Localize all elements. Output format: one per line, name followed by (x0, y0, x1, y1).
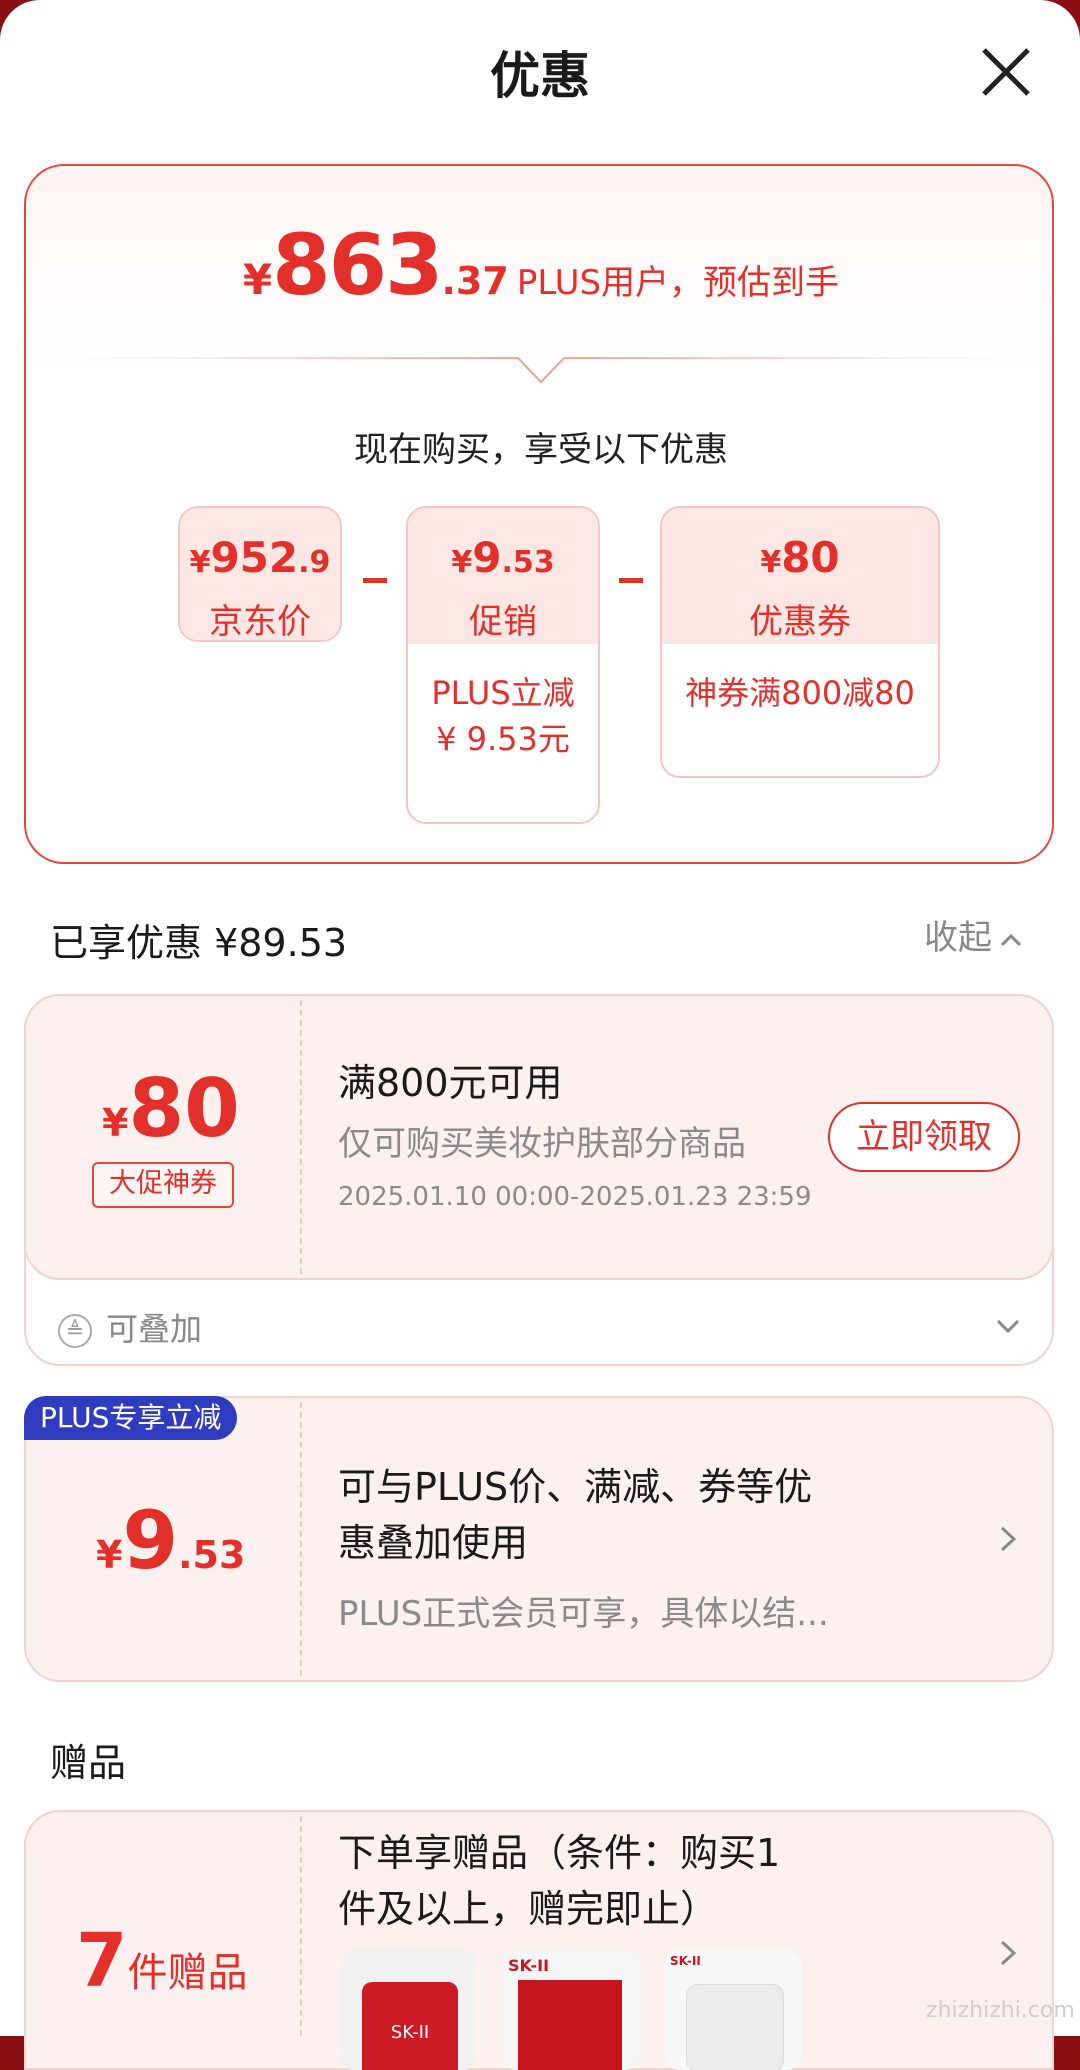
discount-sheet: 优惠 ¥863.37 PLUS用户，预估到手 现在购买，享受以下优惠 ¥952.9… (0, 0, 1080, 2070)
gift-title-line1: 下单享赠品（条件：购买1 (338, 1831, 781, 1875)
saved-amount: 已享优惠 ¥89.53 (50, 921, 348, 965)
price-summary-card: ¥863.37 PLUS用户，预估到手 现在购买，享受以下优惠 ¥952.9 京东… (24, 164, 1054, 864)
estimated-price: ¥863.37 PLUS用户，预估到手 (26, 216, 1056, 314)
close-icon[interactable] (974, 40, 1038, 104)
jd-price-decimal: .9 (298, 545, 331, 580)
gift-count: 7件赠品 (76, 1918, 248, 2004)
promotion-decimal: .53 (501, 545, 555, 580)
plus-title-line1: 可与PLUS价、满减、券等优 (338, 1465, 813, 1509)
gift-title-line2: 件及以上，赠完即止） (338, 1887, 719, 1931)
jd-price-value: 952 (210, 533, 299, 582)
coupon-box-label: 优惠券 (749, 602, 851, 642)
coupon-amount: ¥80 (102, 1062, 240, 1155)
promotion-detail-line1: PLUS立减 (431, 674, 575, 712)
coupon-period: 2025.01.10 00:00-2025.01.23 23:59 (338, 1182, 812, 1212)
plus-value: 9 (122, 1494, 179, 1587)
coupon-box-detail: 神券满800减80 (685, 674, 915, 712)
coupon-desc: 仅可购买美妆护肤部分商品 (338, 1124, 746, 1164)
coupon-currency: ¥ (102, 1101, 129, 1145)
gift-count-number: 7 (76, 1918, 128, 2004)
coupon-box-currency: ¥ (760, 545, 782, 580)
sheet-title: 优惠 (490, 47, 590, 105)
gifts-section-title: 赠品 (50, 1741, 127, 1785)
jd-price-label: 京东价 (209, 602, 311, 642)
gift-thumb-label: SK-II (390, 2022, 430, 2043)
coupon-box-value: 80 (781, 533, 840, 582)
coupon-tag: 大促神券 (92, 1162, 234, 1208)
promotion-label: 促销 (469, 602, 537, 642)
gift-thumbnail-box[interactable]: SK-II (502, 1950, 640, 2070)
estimate-label: PLUS用户，预估到手 (516, 263, 840, 303)
gift-thumbnail-pouch[interactable]: SK-II (664, 1950, 802, 2070)
promotion-value: 9 (472, 533, 502, 582)
chevron-right-icon[interactable] (996, 1524, 1020, 1554)
plus-amount: ¥9.53 (96, 1494, 245, 1587)
stackable-info[interactable]: ≜ 可叠加 (58, 1304, 202, 1350)
coupon-divider (300, 1000, 302, 1274)
collapse-label: 收起 (924, 918, 992, 958)
stackable-label: 可叠加 (106, 1310, 203, 1348)
chevron-up-icon (1000, 933, 1022, 946)
estimate-decimal: .37 (441, 259, 509, 303)
plus-currency: ¥ (96, 1533, 123, 1577)
collapse-button[interactable]: 收起 (924, 910, 1024, 959)
plus-desc: PLUS正式会员可享，具体以结... (338, 1594, 829, 1634)
coupon-title: 满800元可用 (338, 1061, 563, 1105)
coupon-box: ¥80 优惠券 神券满800减80 (660, 506, 940, 778)
promotion-currency: ¥ (451, 545, 473, 580)
jd-price-box: ¥952.9 京东价 (178, 506, 342, 642)
plus-badge: PLUS专享立减 (24, 1396, 238, 1440)
gift-thumb-label: SK-II (508, 1956, 550, 1975)
plus-title-line2: 惠叠加使用 (338, 1521, 529, 1565)
minus-sign (363, 578, 387, 583)
gift-count-label: 件赠品 (127, 1950, 248, 1996)
promotion-box: ¥9.53 促销 PLUS立减 ¥ 9.53元 (406, 506, 600, 824)
pointer-divider (56, 357, 1026, 384)
coupon-value: 80 (128, 1062, 240, 1155)
promotion-detail-line2: ¥ 9.53元 (436, 720, 570, 758)
estimate-currency: ¥ (242, 255, 273, 304)
stack-icon: ≜ (58, 1314, 92, 1348)
plus-divider (300, 1402, 302, 1676)
jd-price-currency: ¥ (189, 545, 211, 580)
minus-sign (619, 578, 643, 583)
gift-thumb-label: SK-II (670, 1954, 701, 1968)
chevron-right-icon[interactable] (996, 1938, 1020, 1968)
estimate-integer: 863 (272, 216, 443, 314)
gift-thumbnail-jar[interactable]: SK-II (340, 1950, 478, 2070)
chevron-down-icon[interactable] (994, 1312, 1022, 1340)
offer-subtitle: 现在购买，享受以下优惠 (354, 430, 728, 470)
gift-divider (300, 1816, 302, 2036)
claim-coupon-button[interactable]: 立即领取 (828, 1102, 1020, 1172)
plus-decimal: .53 (178, 1533, 246, 1577)
watermark: zhizhizhi.com (926, 1998, 1075, 2023)
